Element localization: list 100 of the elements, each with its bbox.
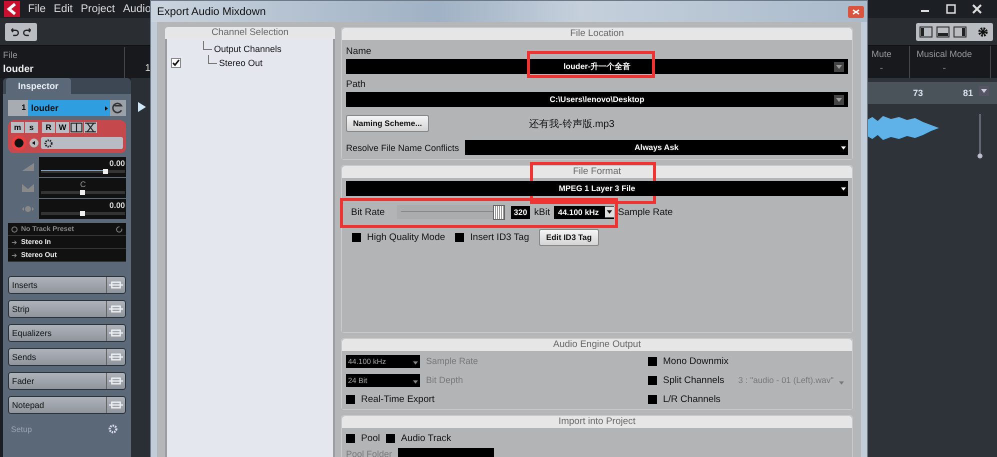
fader-track[interactable] (41, 191, 125, 194)
tree-item[interactable]: Output Channels (214, 44, 282, 54)
track-button[interactable]: R (42, 122, 55, 133)
section-icon[interactable] (106, 373, 125, 389)
path-field[interactable]: C:\Users\lenovo\Desktop (346, 92, 848, 107)
checkbox[interactable] (648, 376, 657, 384)
checkbox[interactable] (648, 394, 657, 404)
left-zone-icon[interactable] (919, 26, 933, 38)
right-zone-icon[interactable] (953, 26, 967, 38)
editor-icon[interactable] (70, 122, 83, 133)
checkbox-label: Pool (361, 432, 380, 444)
fader-handle[interactable] (102, 169, 108, 174)
arrow-icon[interactable] (105, 106, 108, 110)
slider-handle[interactable] (492, 205, 505, 220)
ruler-number: 81 (962, 88, 973, 98)
name-field[interactable]: louder-升一个全音 (346, 59, 848, 74)
dropdown-icon[interactable] (834, 62, 844, 72)
inspector-section-button[interactable]: Notepad (8, 396, 126, 414)
pan-icon (22, 184, 34, 192)
split-channels-value: 3 : "audio - 01 (Left).wav" (738, 375, 846, 385)
menu-item[interactable]: File (28, 3, 46, 15)
sample-rate-dropdown[interactable]: 44.100 kHz (554, 206, 614, 218)
field-label: Resolve File Name Conflicts (346, 142, 460, 152)
checkbox[interactable] (346, 434, 355, 442)
checkbox-label: Audio Track (401, 432, 452, 444)
section-icon[interactable] (106, 349, 125, 365)
caret-icon[interactable] (841, 146, 846, 150)
menu-item[interactable]: Audio (122, 3, 152, 15)
inspector-tab[interactable]: Inspector (6, 78, 71, 94)
menu-item[interactable]: Project (80, 3, 115, 15)
reset-icon[interactable] (116, 226, 123, 232)
caret-icon (838, 381, 844, 385)
inspector-section-button[interactable]: Strip (8, 300, 126, 318)
checkbox[interactable] (386, 434, 396, 442)
monitor-icon[interactable] (29, 138, 39, 148)
info-value: louder (3, 64, 35, 75)
conflict-dropdown[interactable]: Always Ask (465, 140, 848, 155)
redo-icon[interactable] (22, 26, 34, 38)
edit-id3-tag-button[interactable]: Edit ID3 Tag (539, 229, 599, 246)
fader-value: 0.00 (108, 201, 125, 210)
bit-rate-value: 320 (510, 206, 530, 218)
section-icon[interactable] (106, 397, 125, 413)
checkbox[interactable] (455, 233, 464, 242)
info-label: Mute (871, 49, 892, 59)
track-number: 1 (8, 100, 28, 116)
play-marker-icon (138, 102, 146, 112)
field-label: Sample Rate (618, 206, 673, 218)
checkbox[interactable] (346, 394, 355, 404)
section-icon[interactable] (106, 325, 125, 341)
field-label: Bit Rate (351, 206, 385, 218)
inspector-section-button[interactable]: Sends (8, 348, 126, 366)
app-logo-icon[interactable] (4, 1, 20, 17)
inspector-section-button[interactable]: Inserts (8, 276, 126, 294)
section-header: Import into Project (342, 416, 852, 428)
fader-track[interactable] (41, 212, 125, 215)
caret-icon (413, 380, 418, 384)
checkbox[interactable] (352, 233, 361, 242)
track-button[interactable]: m (11, 122, 24, 133)
format-dropdown[interactable]: MPEG 1 Layer 3 File (346, 181, 848, 196)
tree-item[interactable]: Stereo Out (219, 58, 263, 68)
edit-icon[interactable] (110, 100, 126, 116)
caret-icon[interactable] (841, 187, 846, 191)
section-header: Channel Selection (165, 27, 335, 39)
menu-item[interactable]: Edit (54, 3, 73, 15)
settings-icon[interactable] (108, 424, 118, 434)
naming-scheme-button[interactable]: Naming Scheme... (346, 115, 429, 132)
inspector-section-button[interactable]: Equalizers (8, 324, 126, 342)
fader-track[interactable] (41, 170, 125, 173)
freeze-icon[interactable] (84, 122, 97, 133)
track-button[interactable]: s (25, 122, 38, 133)
output-icon (11, 252, 18, 258)
track-name-field[interactable]: louder (28, 100, 110, 116)
fader-handle[interactable] (80, 211, 85, 216)
caret-icon[interactable] (604, 206, 614, 218)
caret-icon (413, 360, 418, 364)
info-label: File (3, 50, 19, 60)
section-icon[interactable] (106, 301, 125, 317)
fader-value: C (79, 180, 87, 189)
checkbox[interactable] (171, 58, 181, 68)
record-button-icon[interactable] (11, 135, 27, 151)
lower-zone-icon[interactable] (936, 26, 950, 38)
section-icon[interactable] (106, 277, 125, 293)
checkbox[interactable] (648, 356, 657, 366)
dropdown-icon[interactable] (834, 95, 844, 105)
window-title: Export Audio Mixdown (157, 6, 266, 18)
undo-icon[interactable] (8, 26, 20, 38)
bit-rate-slider[interactable] (396, 205, 505, 219)
checkbox-label: Insert ID3 Tag (470, 232, 530, 243)
gear-icon[interactable] (44, 138, 53, 148)
input-icon (11, 238, 18, 246)
track-button[interactable]: W (56, 122, 69, 133)
field-label: Name (346, 46, 372, 57)
dropdown-icon[interactable] (979, 86, 989, 96)
settings-icon[interactable] (976, 26, 990, 38)
inspector-section-button[interactable]: Fader (8, 372, 126, 390)
checkbox-label: High Quality Mode (367, 232, 446, 243)
preset-icon (11, 226, 18, 232)
fader-value: 0.00 (108, 159, 125, 168)
fader-handle[interactable] (80, 190, 85, 195)
field-label: Path (346, 79, 367, 90)
